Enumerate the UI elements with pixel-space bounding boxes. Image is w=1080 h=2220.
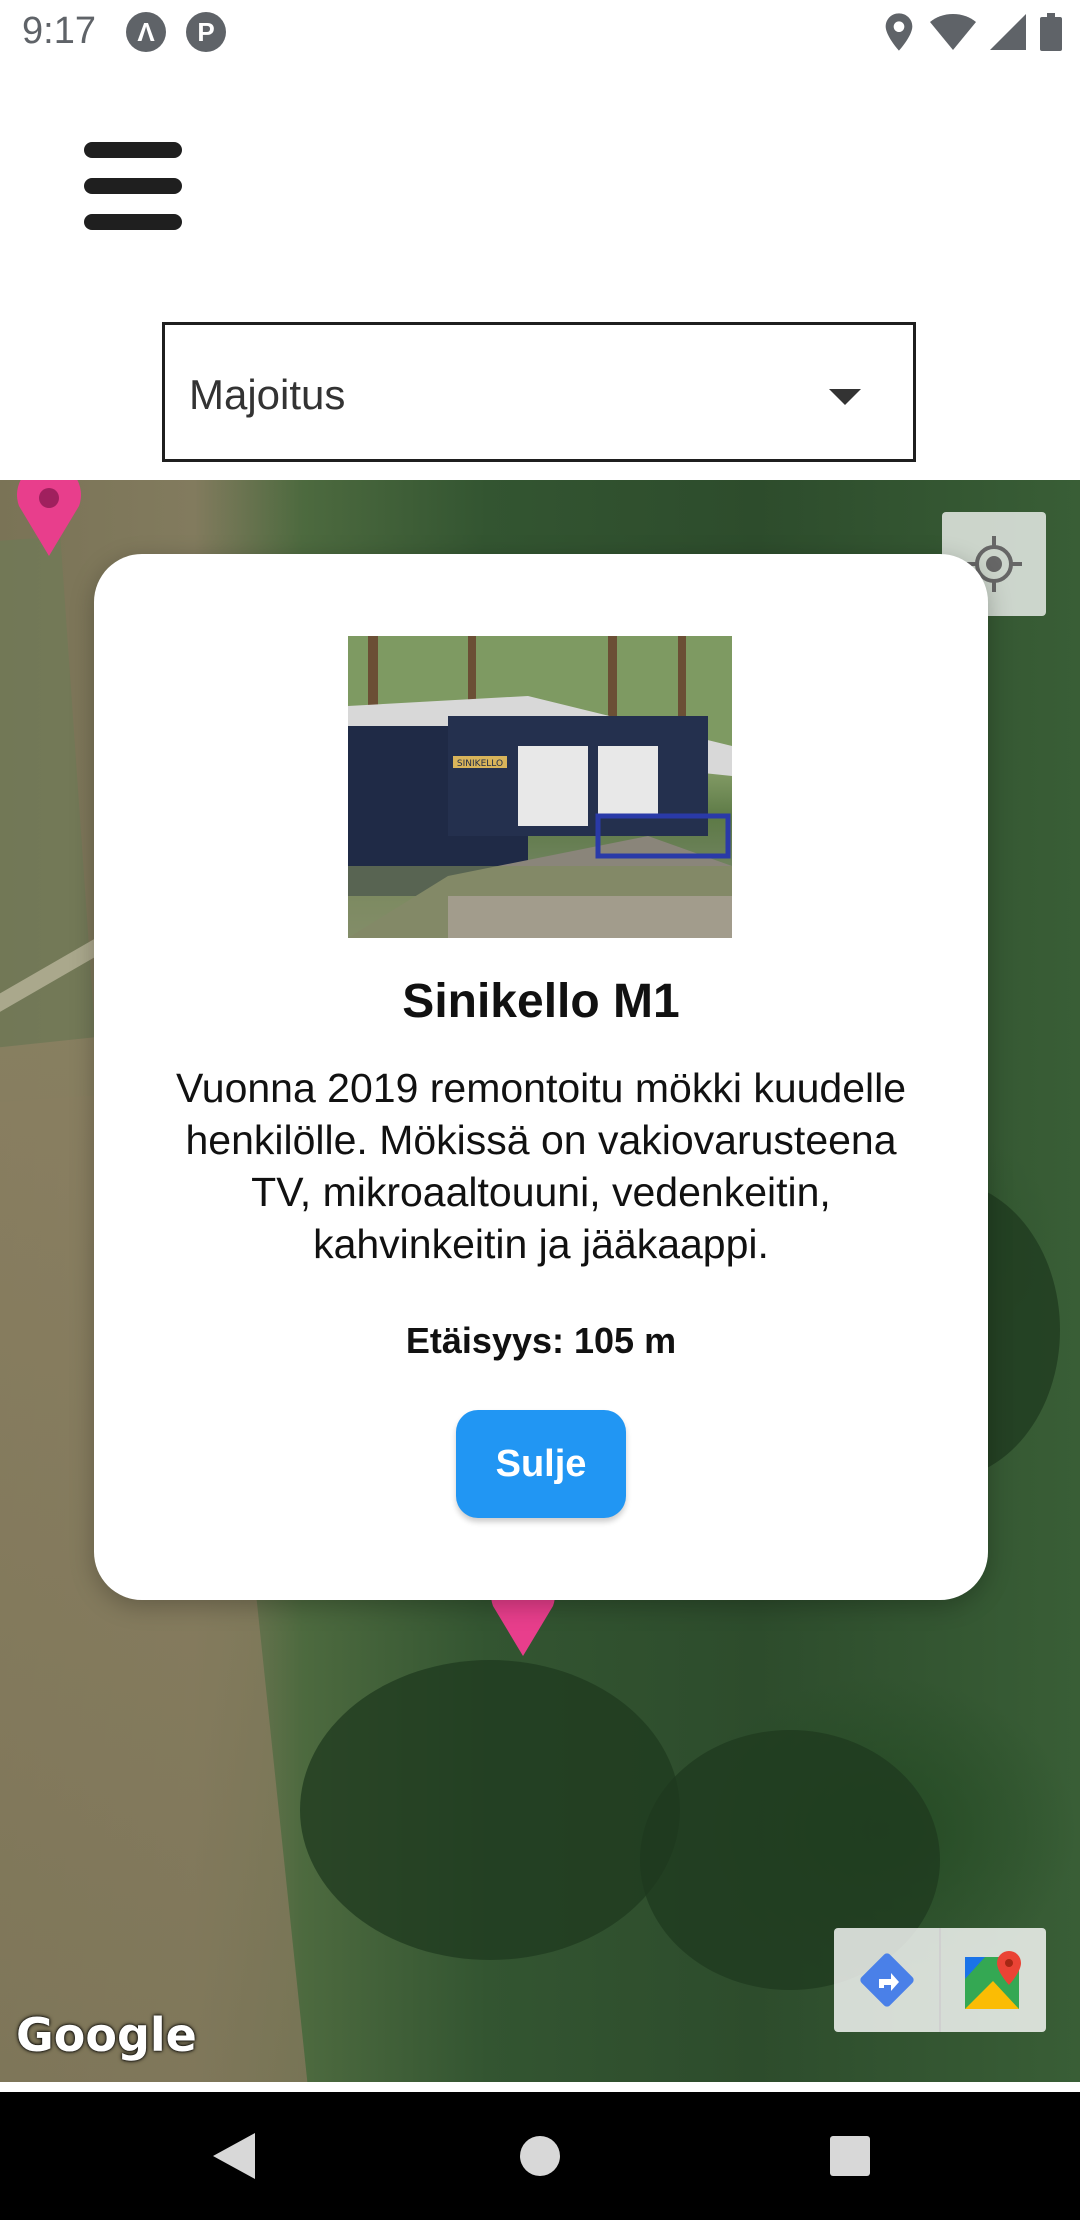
place-details-modal: SINIKELLO Sinikello M1 Vuonna 2019 remon… bbox=[94, 554, 988, 1600]
home-circle-icon bbox=[520, 2136, 560, 2176]
app-a-icon: Λ bbox=[126, 12, 166, 52]
open-in-maps-button[interactable] bbox=[939, 1928, 1046, 2032]
google-attribution: Google bbox=[16, 2008, 197, 2062]
status-time: 9:17 bbox=[22, 10, 96, 52]
hamburger-line bbox=[84, 214, 182, 230]
wifi-icon bbox=[930, 14, 976, 50]
map-pin-marker[interactable] bbox=[14, 480, 84, 556]
close-button[interactable]: Sulje bbox=[456, 1410, 626, 1518]
location-icon bbox=[885, 13, 913, 51]
category-select[interactable]: Majoitus bbox=[162, 322, 916, 462]
recents-button[interactable] bbox=[814, 2120, 886, 2192]
chevron-down-icon bbox=[829, 389, 861, 405]
place-title: Sinikello M1 bbox=[402, 975, 680, 1028]
home-button[interactable] bbox=[504, 2120, 576, 2192]
hamburger-line bbox=[84, 142, 182, 158]
menu-button[interactable] bbox=[84, 142, 184, 232]
google-maps-icon bbox=[964, 1951, 1021, 2009]
system-nav-bar bbox=[0, 2092, 1080, 2220]
battery-icon bbox=[1040, 13, 1062, 51]
directions-icon bbox=[859, 1953, 914, 2007]
place-description: Vuonna 2019 remontoitu mökki kuudelle he… bbox=[175, 1065, 907, 1267]
directions-button[interactable] bbox=[834, 1928, 939, 2032]
hamburger-line bbox=[84, 178, 182, 194]
back-triangle-icon bbox=[213, 2133, 255, 2179]
map-toolbar bbox=[834, 1928, 1046, 2032]
cabin-photo: SINIKELLO bbox=[348, 636, 732, 938]
map-trees bbox=[300, 1660, 680, 1960]
place-distance: Etäisyys: 105 m bbox=[405, 1320, 677, 1361]
signal-icon bbox=[990, 14, 1026, 50]
back-button[interactable] bbox=[198, 2120, 270, 2192]
cabin-sign: SINIKELLO bbox=[457, 759, 503, 769]
recents-square-icon bbox=[830, 2136, 870, 2176]
app-p-icon: P bbox=[186, 12, 226, 52]
category-select-value: Majoitus bbox=[189, 371, 346, 418]
map-bottom-edge bbox=[0, 2082, 1080, 2092]
status-bar: 9:17 Λ P bbox=[0, 0, 1080, 66]
cabin-photo-image: SINIKELLO bbox=[348, 636, 732, 938]
map-field bbox=[0, 536, 100, 1104]
